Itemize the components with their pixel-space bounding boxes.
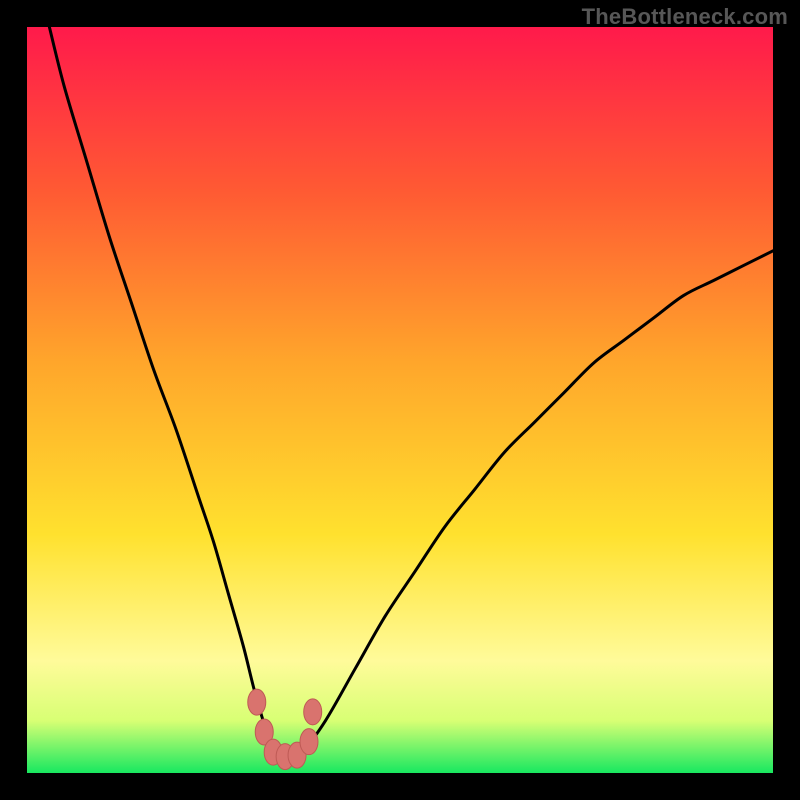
bottleneck-chart <box>27 27 773 773</box>
marker-dot <box>248 689 266 715</box>
marker-dot <box>304 699 322 725</box>
marker-dot <box>300 729 318 755</box>
gradient-background <box>27 27 773 773</box>
chart-frame: { "watermark": "TheBottleneck.com", "col… <box>0 0 800 800</box>
